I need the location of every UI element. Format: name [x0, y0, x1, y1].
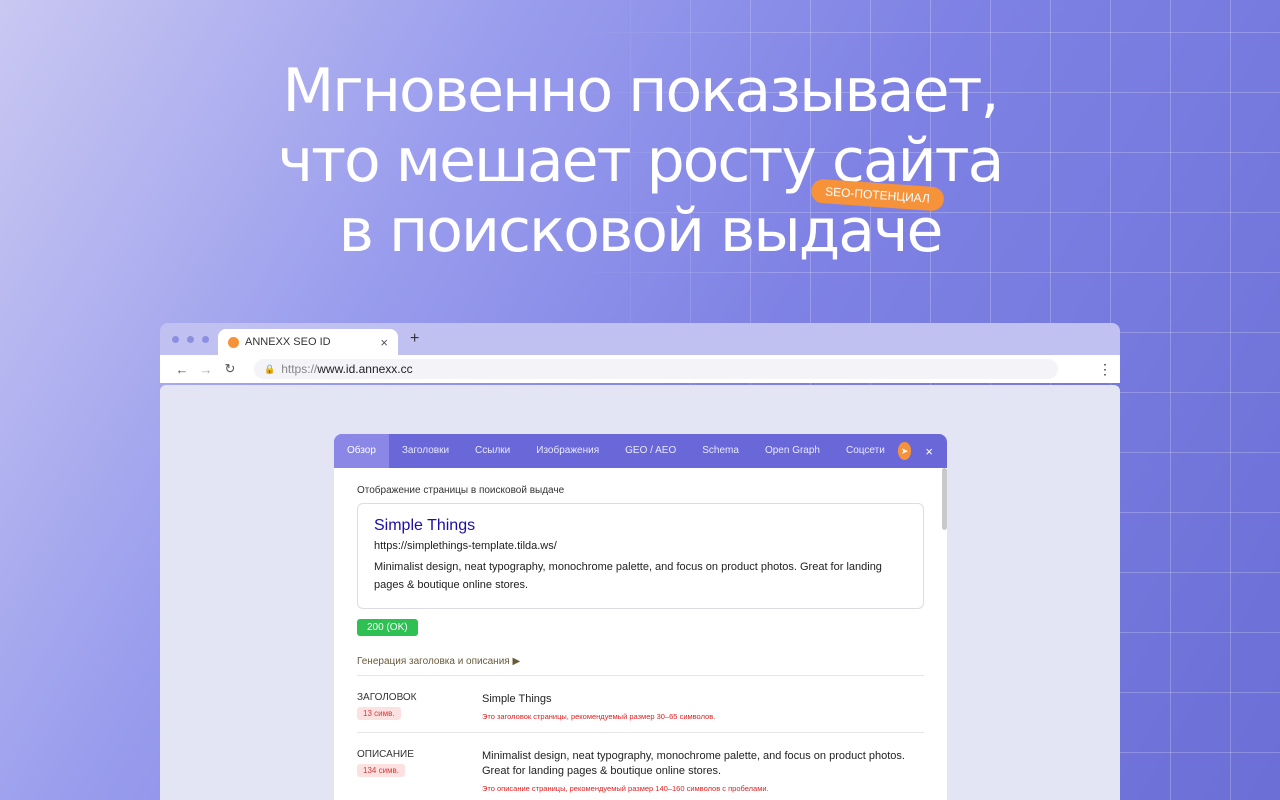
window-controls [172, 336, 209, 343]
row-hint: Это заголовок страницы, рекомендуемый ра… [482, 712, 716, 721]
meta-row-value: Simple Things Это заголовок страницы, ре… [482, 692, 924, 724]
telegram-icon[interactable]: ➤ [897, 442, 912, 460]
tab-images[interactable]: Изображения [523, 434, 612, 468]
row-label-text: ОПИСАНИЕ [357, 749, 414, 760]
meta-row-description: ОПИСАНИЕ 134 симв. Minimalist design, ne… [357, 733, 924, 800]
lock-icon: 🔒 [264, 363, 276, 374]
window-dot[interactable] [172, 336, 179, 343]
tab-title: ANNEXX SEO ID [245, 336, 331, 348]
tab-social[interactable]: Соцсети [833, 434, 898, 468]
row-value-text: Minimalist design, neat typography, mono… [482, 750, 905, 777]
meta-row-label: ЗАГОЛОВОК 13 симв. [357, 692, 482, 724]
browser-window: ANNEXX SEO ID × + ← → ↻ 🔒 https:// www.i… [160, 323, 1120, 800]
back-arrow-icon[interactable]: ← [170, 362, 194, 377]
headline-line-1: Мгновенно показывает, [282, 56, 999, 126]
headline: Мгновенно показывает, что мешает росту с… [0, 56, 1280, 266]
tab-headings[interactable]: Заголовки [389, 434, 462, 468]
window-dot[interactable] [187, 336, 194, 343]
page-viewport: Обзор Заголовки Ссылки Изображения GEO /… [160, 385, 1120, 800]
char-count-badge: 134 симв. [357, 764, 406, 777]
tab-schema[interactable]: Schema [689, 434, 752, 468]
serp-section-title: Отображение страницы в поисковой выдаче [357, 485, 565, 496]
char-count-badge: 13 симв. [357, 707, 401, 720]
tab-open-graph[interactable]: Open Graph [752, 434, 833, 468]
panel-scrollbar[interactable] [942, 468, 947, 530]
generate-toggle[interactable]: Генерация заголовка и описания ▶ [357, 656, 924, 676]
meta-row-value: Minimalist design, neat typography, mono… [482, 749, 924, 796]
row-value-text: Simple Things [482, 693, 552, 705]
browser-tabbar: ANNEXX SEO ID × + [160, 323, 1120, 355]
row-hint: Это описание страницы, рекомендуемый раз… [482, 784, 769, 793]
window-dot[interactable] [202, 336, 209, 343]
headline-line-3: в поисковой выдаче [338, 196, 944, 266]
seo-extension-panel: Обзор Заголовки Ссылки Изображения GEO /… [334, 434, 947, 800]
serp-description: Minimalist design, neat typography, mono… [374, 561, 882, 591]
forward-arrow-icon[interactable]: → [194, 362, 218, 377]
status-badge: 200 (OK) [357, 619, 418, 636]
meta-row-title: ЗАГОЛОВОК 13 симв. Simple Things Это заг… [357, 676, 924, 733]
tab-close-icon[interactable]: × [380, 335, 388, 350]
meta-row-label: ОПИСАНИЕ 134 симв. [357, 749, 482, 796]
url-protocol: https:// [281, 362, 318, 376]
reload-icon[interactable]: ↻ [218, 361, 242, 377]
address-bar[interactable]: 🔒 https:// www.id.annexx.cc [254, 359, 1058, 379]
headline-line-2: что мешает росту сайта [277, 126, 1005, 196]
browser-menu-icon[interactable]: ⋮ [1098, 361, 1112, 378]
serp-url: https://simplethings-template.tilda.ws/ [374, 540, 557, 552]
panel-body: Отображение страницы в поисковой выдаче … [334, 468, 947, 800]
panel-close-icon[interactable]: × [925, 444, 933, 459]
tab-overview[interactable]: Обзор [334, 434, 389, 468]
tab-geo-aeo[interactable]: GEO / AEO [612, 434, 689, 468]
url-host: www.id.annexx.cc [317, 362, 413, 376]
tab-links[interactable]: Ссылки [462, 434, 523, 468]
favicon-icon [228, 336, 239, 348]
row-label-text: ЗАГОЛОВОК [357, 692, 417, 703]
browser-tab[interactable]: ANNEXX SEO ID × [218, 329, 398, 355]
serp-title: Simple Things [374, 517, 476, 534]
address-toolbar: ← → ↻ 🔒 https:// www.id.annexx.cc ⋮ [160, 355, 1120, 383]
panel-tabs: Обзор Заголовки Ссылки Изображения GEO /… [334, 434, 947, 468]
serp-preview: Simple Things https://simplethings-templ… [357, 503, 924, 609]
new-tab-button[interactable]: + [410, 330, 419, 348]
